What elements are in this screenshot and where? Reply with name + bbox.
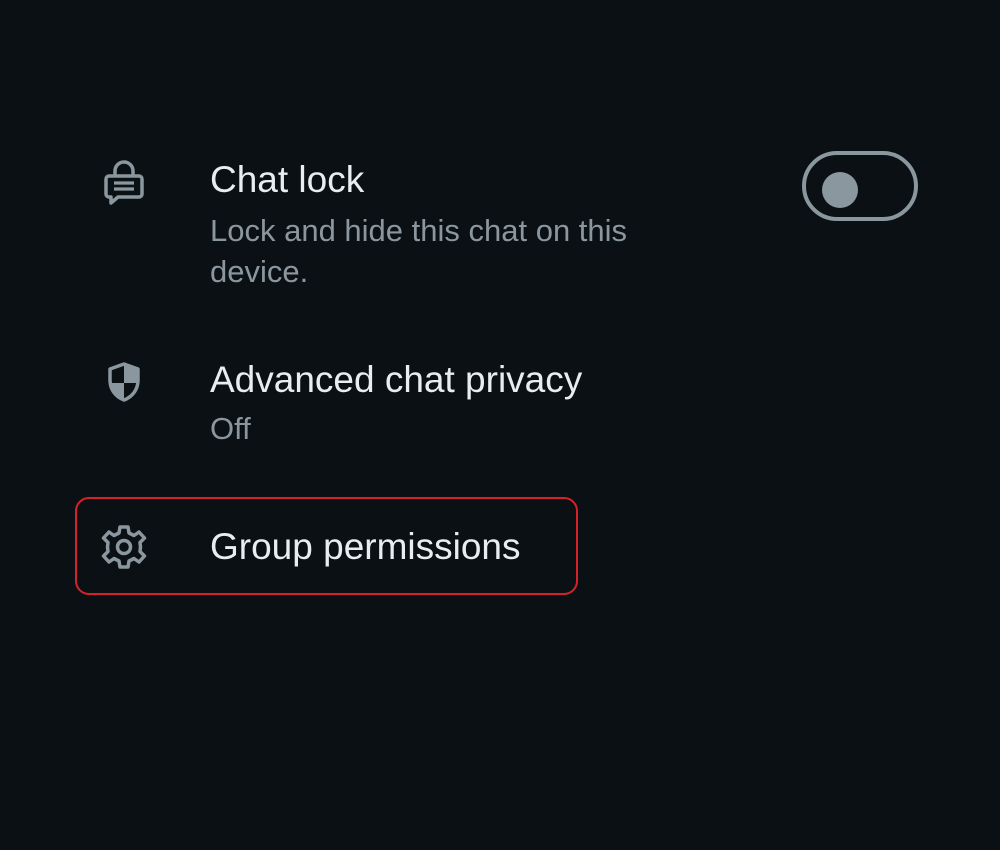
advanced-chat-privacy-status: Off [210,411,251,446]
toggle-knob [822,172,858,208]
chat-lock-toggle[interactable] [802,151,918,221]
highlight-box [75,497,578,595]
shield-icon [100,358,148,406]
chat-lock-icon [100,160,148,208]
chat-lock-subtitle: Lock and hide this chat on this device. [210,213,628,289]
advanced-chat-privacy-row[interactable]: Advanced chat privacy Off [0,340,1000,470]
advanced-chat-privacy-title: Advanced chat privacy [210,359,583,400]
chat-lock-title: Chat lock [210,159,365,200]
